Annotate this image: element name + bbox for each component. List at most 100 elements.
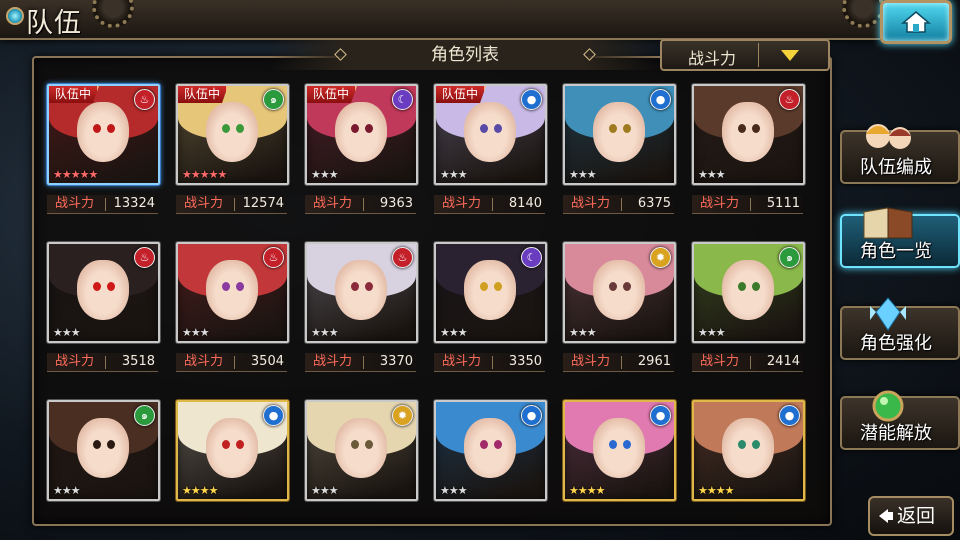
power-value: 12574 (242, 196, 284, 211)
character-card[interactable]: ♨ ★★★ 战斗力 3370 (305, 242, 418, 382)
power-label: 战斗力 (442, 196, 482, 211)
power-divider (234, 356, 235, 369)
character-card[interactable]: ● ★★★ 战斗力 6375 (563, 84, 676, 224)
potential-unlock-button[interactable]: 潜能解放 (840, 390, 960, 450)
character-portrait[interactable]: 队伍中 ☾ ★★★ (305, 84, 418, 185)
rarity-stars: ★★★★ (698, 484, 734, 497)
power-row: 战斗力 6375 (563, 195, 674, 214)
back-arrow-tail (887, 512, 893, 520)
power-divider (363, 356, 364, 369)
team-formation-button[interactable]: 队伍编成 (840, 124, 960, 184)
character-face (464, 418, 516, 478)
character-portrait[interactable]: ☾ ★★★ (434, 242, 547, 343)
character-eye (93, 282, 101, 291)
rarity-stars: ★★★ (440, 326, 468, 339)
character-eye (480, 282, 488, 291)
character-portrait[interactable]: ♨ ★★★ (176, 242, 289, 343)
character-portrait[interactable]: ● ★★★★ (176, 400, 289, 501)
dropdown-arrow-icon[interactable] (781, 50, 799, 61)
character-card[interactable]: ♨ ★★★ 战斗力 3518 (47, 242, 160, 382)
character-portrait[interactable]: 队伍中 ● ★★★ (434, 84, 547, 185)
character-card[interactable]: ● ★★★★ (563, 400, 676, 540)
character-card[interactable]: 队伍中 ๑ ★★★★★ 战斗力 12574 (176, 84, 289, 224)
rarity-stars: ★★★ (698, 326, 726, 339)
character-portrait[interactable]: ♨ ★★★ (47, 242, 160, 343)
character-card[interactable]: ☾ ★★★ 战斗力 3350 (434, 242, 547, 382)
in-team-badge: 队伍中 (178, 86, 229, 103)
in-team-badge: 队伍中 (436, 86, 487, 103)
character-card[interactable]: ● ★★★★ (176, 400, 289, 540)
character-card[interactable]: 队伍中 ☾ ★★★ 战斗力 9363 (305, 84, 418, 224)
rarity-stars: ★★★ (569, 326, 597, 339)
character-face (593, 418, 645, 478)
crescent-icon: ☾ (521, 247, 542, 268)
character-eye (480, 440, 488, 449)
team-portraits-icon (866, 124, 911, 149)
character-eye (752, 282, 760, 291)
power-row: 战斗力 13324 (47, 195, 158, 214)
power-label: 战斗力 (571, 354, 611, 369)
character-card[interactable]: 队伍中 ● ★★★ 战斗力 8140 (434, 84, 547, 224)
back-button[interactable]: 返回 (868, 496, 954, 536)
character-eye (222, 282, 230, 291)
panel-header: 角色列表 (270, 40, 660, 70)
power-label: 战斗力 (700, 196, 740, 211)
character-portrait[interactable]: 队伍中 ♨ ★★★★★ (47, 84, 160, 185)
character-portrait[interactable]: ✹ ★★★ (305, 400, 418, 501)
character-portrait[interactable]: ♨ ★★★ (692, 84, 805, 185)
power-row: 战斗力 3370 (305, 353, 416, 372)
home-icon (901, 11, 931, 33)
character-face (206, 260, 258, 320)
home-button[interactable] (880, 0, 952, 44)
power-label: 战斗力 (313, 196, 353, 211)
rarity-stars: ★★★★ (569, 484, 605, 497)
character-eye (494, 282, 502, 291)
power-label: 战斗力 (55, 354, 95, 369)
character-card[interactable]: 队伍中 ♨ ★★★★★ 战斗力 13324 (47, 84, 160, 224)
droplet-icon: ● (650, 89, 671, 110)
character-portrait[interactable]: 队伍中 ๑ ★★★★★ (176, 84, 289, 185)
character-eye (494, 124, 502, 133)
power-label: 战斗力 (442, 354, 482, 369)
character-eye (480, 124, 488, 133)
droplet-icon: ● (263, 405, 284, 426)
character-portrait[interactable]: ● ★★★★ (563, 400, 676, 501)
droplet-icon: ● (521, 405, 542, 426)
power-value: 3518 (121, 354, 155, 369)
character-portrait[interactable]: ๑ ★★★ (47, 400, 160, 501)
character-card[interactable]: ♨ ★★★ 战斗力 3504 (176, 242, 289, 382)
character-card[interactable]: ● ★★★ (434, 400, 547, 540)
rarity-stars: ★★★★★ (53, 168, 98, 181)
power-divider (621, 356, 622, 369)
in-team-badge: 队伍中 (49, 86, 100, 103)
character-card[interactable]: ๑ ★★★ (47, 400, 160, 540)
character-portrait[interactable]: ● ★★★ (434, 400, 547, 501)
sun-icon: ✹ (392, 405, 413, 426)
sort-dropdown[interactable]: 战斗力 (660, 39, 830, 71)
power-divider (363, 198, 364, 211)
character-card[interactable]: ✹ ★★★ (305, 400, 418, 540)
character-card[interactable]: ✹ ★★★ 战斗力 2961 (563, 242, 676, 382)
character-eye (623, 124, 631, 133)
character-portrait[interactable]: ๑ ★★★ (692, 242, 805, 343)
side-menu-label: 队伍编成 (860, 157, 932, 178)
character-portrait[interactable]: ● ★★★ (563, 84, 676, 185)
character-eye (623, 282, 631, 291)
droplet-icon: ● (779, 405, 800, 426)
rarity-stars: ★★★ (53, 484, 81, 497)
character-eye (107, 440, 115, 449)
character-card[interactable]: ● ★★★★ (692, 400, 805, 540)
power-divider (621, 198, 622, 211)
character-enhance-button[interactable]: 角色强化 (840, 297, 960, 360)
power-value: 6375 (637, 196, 671, 211)
power-divider (750, 198, 751, 211)
power-value: 3504 (250, 354, 284, 369)
character-portrait[interactable]: ♨ ★★★ (305, 242, 418, 343)
character-portrait[interactable]: ✹ ★★★ (563, 242, 676, 343)
flame-icon: ♨ (134, 89, 155, 110)
power-row: 战斗力 2414 (692, 353, 803, 372)
character-card[interactable]: ๑ ★★★ 战斗力 2414 (692, 242, 805, 382)
character-portrait[interactable]: ● ★★★★ (692, 400, 805, 501)
character-list-button[interactable]: 角色一览 (840, 207, 960, 268)
character-card[interactable]: ♨ ★★★ 战斗力 5111 (692, 84, 805, 224)
